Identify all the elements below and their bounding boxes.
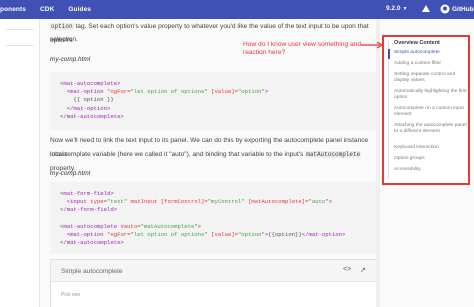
demo-title: Simple autocomplete — [61, 268, 123, 275]
toc-item[interactable]: Attaching the autocomplete panel to a di… — [394, 123, 468, 135]
code-line: </mat-form-field> — [60, 206, 118, 214]
sidebar-divider — [6, 29, 34, 30]
code-line: <mat-form-field> — [60, 190, 114, 197]
github-icon[interactable] — [440, 4, 450, 16]
inline-code: option — [50, 23, 74, 30]
version-label: 9.2.0 — [386, 5, 401, 12]
toc-item[interactable]: Setting separate control and display val… — [394, 72, 468, 84]
table-of-contents: Overview Content Simple autocomplete Add… — [382, 35, 470, 185]
top-nav-bar: ponents CDK Guides 9.2.0 ▼ GitHub — [0, 0, 474, 19]
theme-palette-icon[interactable] — [421, 4, 431, 16]
toc-item[interactable]: Adding a custom filter — [394, 61, 468, 67]
sidebar-divider — [6, 45, 34, 46]
toc-item[interactable]: Simple autocomplete — [394, 50, 468, 56]
code-line: </mat-autocomplete> — [60, 239, 124, 247]
nav-components[interactable]: ponents — [0, 6, 26, 13]
toc-item[interactable]: Accessibility — [394, 167, 468, 173]
file-label: my-comp.html — [50, 56, 91, 63]
annotation-arrow-icon — [361, 41, 384, 49]
open-external-icon[interactable]: ↗ — [360, 266, 366, 274]
nav-cdk[interactable]: CDK — [40, 6, 54, 13]
code-line: </mat-option> — [66, 104, 111, 112]
code-line: <input type="text" matInput [formControl… — [66, 198, 333, 206]
code-block[interactable]: <mat-form-field> <input type="text" matI… — [50, 182, 378, 254]
code-block[interactable]: <mat-autocomplete> <mat-option *ngFor="l… — [50, 72, 378, 130]
demo-card: Simple autocomplete <> ↗ Pick one — [50, 259, 378, 307]
code-line: <mat-option *ngFor="let option of option… — [66, 231, 346, 239]
code-line: {{ option }} — [60, 96, 114, 104]
toc-item[interactable]: Automatically highlighting the first opt… — [394, 89, 468, 101]
code-line: <mat-option *ngFor="let option of option… — [66, 88, 269, 96]
chevron-down-icon: ▼ — [402, 6, 408, 12]
toc-active-marker — [388, 49, 390, 59]
version-selector[interactable]: 9.2.0 ▼ — [386, 5, 407, 12]
toc-item[interactable]: Autocomplete on a custom input element — [394, 106, 468, 118]
code-view-icon[interactable]: <> — [343, 266, 351, 273]
paragraph-2-cont: local template variable (here we called … — [50, 148, 378, 175]
code-line: <mat-autocomplete> — [60, 80, 121, 87]
nav-guides[interactable]: Guides — [68, 6, 91, 13]
toc-heading: Overview Content — [394, 40, 440, 46]
demo-input-placeholder[interactable]: Pick one — [61, 292, 80, 298]
code-line: <mat-autocomplete #auto="matAutocomplete… — [60, 222, 202, 230]
intro-paragraph-cont: selection. — [50, 36, 78, 43]
code-line: </mat-autocomplete> — [60, 112, 124, 120]
toc-item[interactable]: Option groups — [394, 156, 468, 162]
toc-item[interactable]: Keyboard interaction — [394, 145, 468, 151]
file-label: my-comp.html — [50, 170, 91, 177]
paragraph-text: local template variable (here we called … — [50, 151, 304, 158]
main-content: option tag. Set each option's value prop… — [40, 19, 378, 307]
inline-code: matAutocomplete — [305, 151, 362, 158]
annotation-note: How do I know user view something and re… — [243, 41, 362, 56]
toc-track — [388, 41, 389, 179]
github-link[interactable]: GitHub — [452, 6, 474, 13]
left-sidebar — [0, 19, 40, 307]
scrollbar[interactable] — [376, 19, 380, 307]
